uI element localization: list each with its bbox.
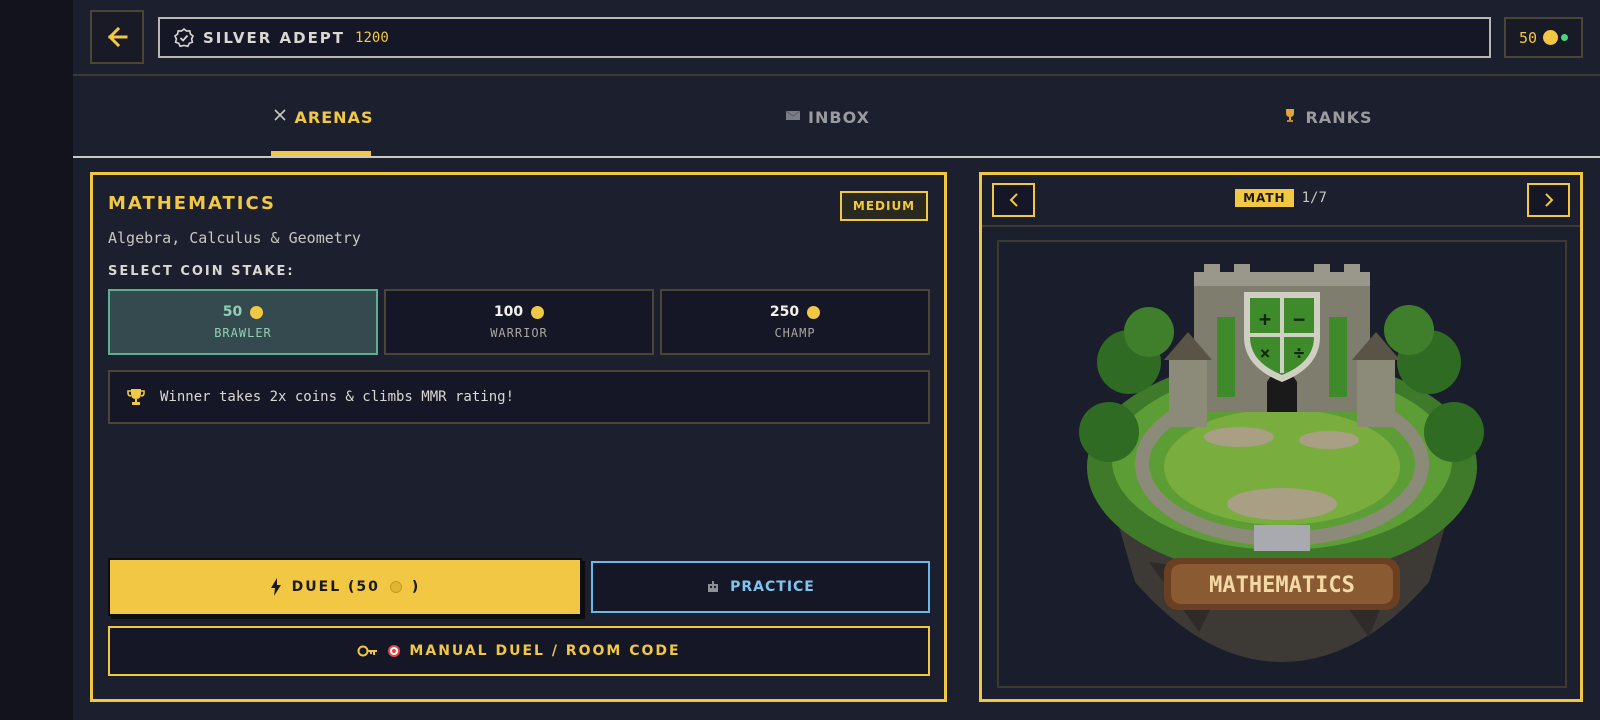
arrow-left-icon [107,26,128,48]
rank-points: 1200 [355,29,389,46]
reward-info-text: Winner takes 2x coins & climbs MMR ratin… [160,389,515,405]
main-tabs: ARENAS INBOX RANKS [73,78,1600,158]
practice-button[interactable]: PRACTICE [591,561,930,613]
arena-artwork: + − × ÷ MATHEMATICS [997,240,1567,688]
verified-badge-icon [174,27,194,47]
stake-options: 50 BRAWLER 100 WARRIOR 250 CHAMP [108,289,930,355]
coin-icon [389,581,402,593]
stake-option-brawler[interactable]: 50 BRAWLER [108,289,378,355]
manual-duel-button[interactable]: MANUAL DUEL / ROOM CODE [108,626,930,676]
tab-ranks[interactable]: RANKS [1118,78,1538,156]
lightning-icon [270,578,281,596]
trophy-icon [1283,108,1297,126]
duel-label-suffix: ) [411,579,421,595]
carousel-header: MATH 1/7 [982,175,1580,227]
stake-option-warrior[interactable]: 100 WARRIOR [384,289,654,355]
key-icon [357,645,378,657]
subject-tag: MATH [1235,189,1294,207]
carousel-title: MATH 1/7 [982,189,1580,207]
tab-arenas[interactable]: ARENAS [113,78,533,156]
svg-text:+: + [1259,307,1271,331]
carousel-next-button[interactable] [1527,183,1570,217]
difficulty-badge: MEDIUM [840,191,928,221]
svg-text:−: − [1293,307,1305,331]
stake-amount: 100 [493,304,524,320]
rank-name: SILVER ADEPT [203,28,346,47]
svg-text:÷: ÷ [1294,343,1305,364]
duel-button[interactable]: DUEL (50 ) [108,558,582,616]
trophy-icon [127,389,145,405]
stake-amount: 50 [222,304,243,320]
target-icon [388,645,401,657]
stake-tier: BRAWLER [214,326,272,340]
practice-label: PRACTICE [730,579,815,595]
stake-label: SELECT COIN STAKE: [108,264,295,279]
artwork-banner-text: MATHEMATICS [1209,573,1355,598]
robot-icon [708,581,719,592]
arena-carousel-panel: MATH 1/7 + − × ÷ MATHEMATICS [979,172,1583,702]
tab-inbox[interactable]: INBOX [618,78,1038,156]
subject-title: MATHEMATICS [108,193,277,214]
back-button[interactable] [90,10,144,64]
arena-details-panel: MATHEMATICS MEDIUM Algebra, Calculus & G… [90,172,947,702]
stake-amount: 250 [769,304,800,320]
carousel-index: 1/7 [1301,190,1327,206]
manual-duel-label: MANUAL DUEL / ROOM CODE [409,643,681,659]
top-bar: SILVER ADEPT 1200 50 [73,0,1600,76]
stake-tier: WARRIOR [490,326,548,340]
active-tab-indicator [271,151,371,156]
left-edge-strip [0,0,73,720]
rank-bar[interactable]: SILVER ADEPT 1200 [158,17,1491,58]
tab-label: RANKS [1305,107,1373,127]
coin-icon [807,305,821,319]
tab-label: INBOX [808,107,870,127]
reward-info: Winner takes 2x coins & climbs MMR ratin… [108,370,930,424]
crossed-swords-icon [273,108,287,126]
mail-icon [785,110,801,125]
svg-text:×: × [1260,343,1271,364]
coin-count: 50 [1519,28,1538,47]
online-dot-icon [1561,34,1569,41]
subject-subtitle: Algebra, Calculus & Geometry [108,229,361,247]
coin-icon [1543,30,1559,45]
stake-tier: CHAMP [774,326,816,340]
floating-island-illustration: + − × ÷ MATHEMATICS [1079,264,1484,662]
stake-option-champ[interactable]: 250 CHAMP [660,289,930,355]
app: SILVER ADEPT 1200 50 ARENAS INBOX RANKS … [73,0,1600,720]
chevron-right-icon [1544,193,1553,207]
coin-icon [250,305,264,319]
coin-balance[interactable]: 50 [1504,17,1583,58]
tab-label: ARENAS [294,107,374,127]
duel-label: DUEL (50 [291,579,380,595]
coin-icon [531,305,545,319]
